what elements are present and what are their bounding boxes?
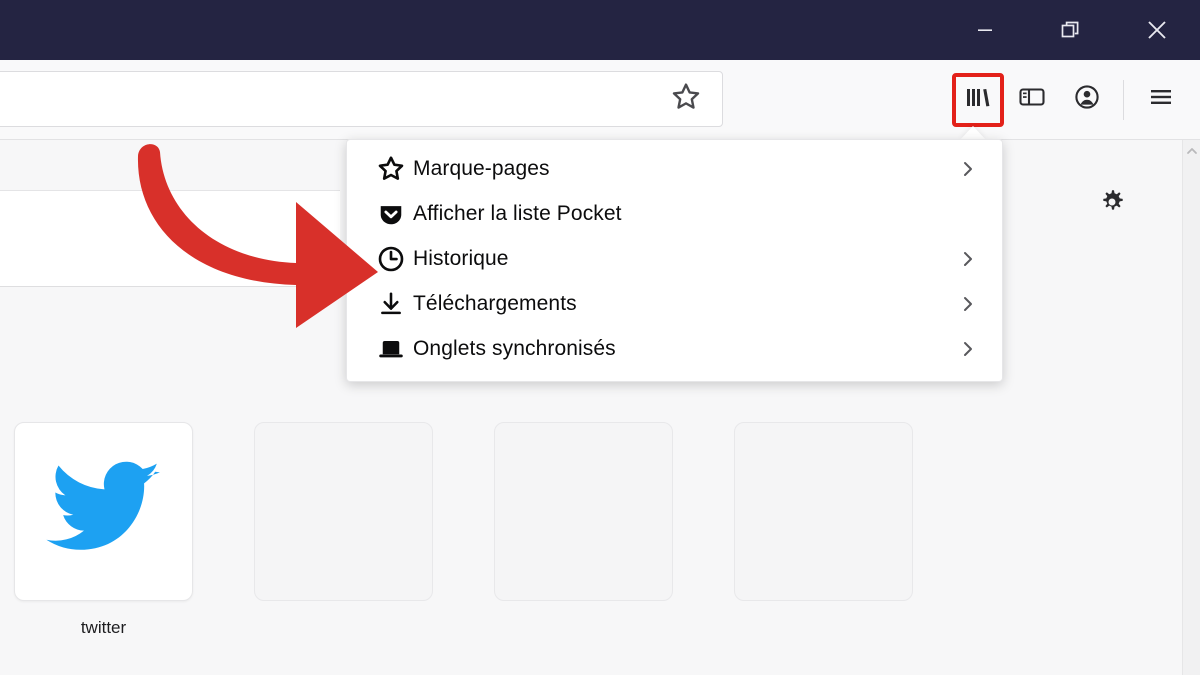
scroll-up-button[interactable] xyxy=(1183,140,1200,166)
tile-placeholder[interactable] xyxy=(254,422,433,601)
account-icon xyxy=(1071,81,1103,118)
address-bar[interactable] xyxy=(0,71,723,127)
library-menu-panel: Marque-pages Afficher la liste Pocket xyxy=(346,139,1003,382)
chevron-up-icon xyxy=(1185,144,1199,163)
search-section[interactable] xyxy=(0,190,340,287)
top-site-tile-empty[interactable] xyxy=(734,422,913,601)
tile-placeholder[interactable] xyxy=(734,422,913,601)
chevron-right-icon xyxy=(958,159,978,179)
library-button[interactable] xyxy=(952,73,1004,127)
tile-thumbnail[interactable] xyxy=(14,422,193,601)
menu-item-label: Marque-pages xyxy=(413,157,958,181)
popup-notch xyxy=(960,126,986,140)
close-button[interactable] xyxy=(1114,0,1200,60)
customize-button[interactable] xyxy=(1090,182,1134,226)
app-menu-button[interactable] xyxy=(1133,71,1188,129)
menu-item-label: Historique xyxy=(413,247,958,271)
toolbar-separator xyxy=(1123,80,1124,120)
menu-item-history[interactable]: Historique xyxy=(347,236,1002,281)
top-site-tile-empty[interactable] xyxy=(254,422,433,601)
menu-item-label: Téléchargements xyxy=(413,292,958,316)
menu-item-label: Afficher la liste Pocket xyxy=(413,202,978,226)
close-icon xyxy=(1142,15,1172,45)
top-site-tile[interactable]: twitter xyxy=(14,422,193,638)
sidebar-button[interactable] xyxy=(1004,71,1059,129)
chevron-right-icon xyxy=(958,339,978,359)
library-icon xyxy=(962,81,994,118)
star-icon xyxy=(669,80,703,119)
account-button[interactable] xyxy=(1059,71,1114,129)
sidebar-icon xyxy=(1016,81,1048,118)
laptop-icon xyxy=(369,334,413,364)
gear-icon xyxy=(1096,186,1128,223)
menu-item-synced-tabs[interactable]: Onglets synchronisés xyxy=(347,326,1002,371)
star-icon xyxy=(369,154,413,184)
minimize-button[interactable] xyxy=(942,0,1028,60)
download-icon xyxy=(369,290,413,318)
twitter-bird-icon xyxy=(45,461,163,562)
restore-button[interactable] xyxy=(1028,0,1114,60)
chevron-right-icon xyxy=(958,294,978,314)
menu-item-pocket[interactable]: Afficher la liste Pocket xyxy=(347,191,1002,236)
top-sites-grid: twitter xyxy=(0,422,1060,652)
menu-item-bookmarks[interactable]: Marque-pages xyxy=(347,146,1002,191)
clock-icon xyxy=(369,244,413,274)
bookmark-button[interactable] xyxy=(664,77,708,121)
title-bar xyxy=(0,0,1200,60)
pocket-icon xyxy=(369,200,413,228)
menu-item-label: Onglets synchronisés xyxy=(413,337,958,361)
top-site-tile-empty[interactable] xyxy=(494,422,673,601)
hamburger-icon xyxy=(1144,80,1178,119)
tile-placeholder[interactable] xyxy=(494,422,673,601)
tile-label: twitter xyxy=(14,618,193,638)
restore-icon xyxy=(1058,17,1084,43)
page-scrollbar[interactable] xyxy=(1182,140,1200,675)
chevron-right-icon xyxy=(958,249,978,269)
browser-window: twitter xyxy=(0,0,1200,675)
menu-item-downloads[interactable]: Téléchargements xyxy=(347,281,1002,326)
toolbar-buttons xyxy=(952,60,1200,139)
minimize-icon xyxy=(973,18,997,42)
